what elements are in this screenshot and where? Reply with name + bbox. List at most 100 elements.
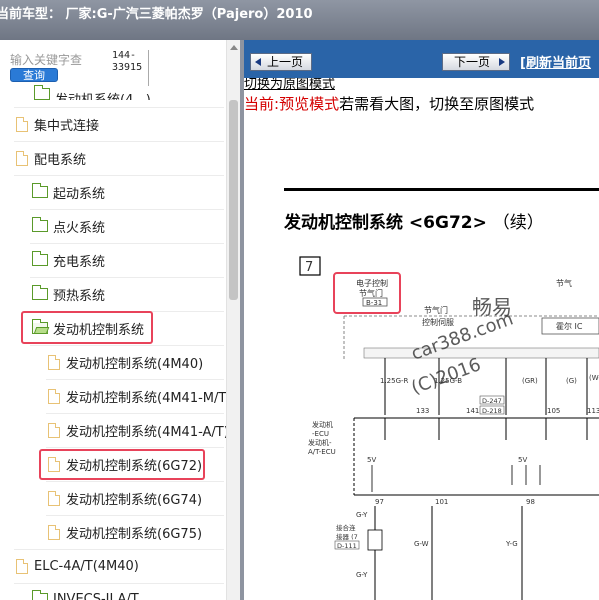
section-number: 7 xyxy=(305,260,313,275)
joint-label-1: 接合连 xyxy=(336,523,356,532)
joint-label-2: 接器 (7 xyxy=(336,532,358,541)
title-bar: 当前车型： 厂家:G-广汽三菱帕杰罗（Pajero）2010 xyxy=(0,0,599,40)
tree-item-partial[interactable]: 发动机系统(4...) xyxy=(34,84,151,100)
pin-105: 105 xyxy=(547,407,560,415)
wire-gy-1: G-Y xyxy=(356,511,368,519)
tree-item-label: 发动机控制系统(6G74) xyxy=(66,492,203,508)
search-button[interactable]: 查询 xyxy=(10,68,58,82)
doc-icon xyxy=(16,116,28,132)
tree-item-charging-system[interactable]: 充电系统 xyxy=(32,243,105,277)
next-page-button[interactable]: 下一页 xyxy=(442,53,510,71)
tree-item-label: 预热系统 xyxy=(53,288,106,304)
ecu-label-4: A/T-ECU xyxy=(308,448,336,456)
refresh-page-link[interactable]: [刷新当前页 xyxy=(520,52,591,71)
tree-item-label: INVECS-II A/T xyxy=(53,592,139,600)
tree-item-label: 点火系统 xyxy=(53,220,106,236)
selection-highlight xyxy=(21,311,153,344)
folder-icon xyxy=(32,285,48,300)
ecu-label-2: -ECU xyxy=(312,430,329,438)
tree-item-label: 充电系统 xyxy=(53,254,106,270)
sidebar-scrollbar[interactable] xyxy=(226,40,240,600)
code-line-1: 144- xyxy=(112,50,137,61)
tree-item-engine-control-6g75[interactable]: 发动机控制系统(6G75) xyxy=(48,515,202,549)
tree-item-starting-system[interactable]: 起动系统 xyxy=(32,175,105,209)
tree-item-preheat-system[interactable]: 预热系统 xyxy=(32,277,105,311)
tree-item-engine-control-4m41-mt[interactable]: 发动机控制系统(4M41-M/T xyxy=(48,379,226,413)
wire-label-1: 1.25G-R xyxy=(380,377,409,385)
tree-item-label: 集中式连接 xyxy=(34,118,100,134)
selection-highlight xyxy=(39,449,205,480)
folder-icon xyxy=(32,590,48,600)
tree-item-engine-control-6g74[interactable]: 发动机控制系统(6G74) xyxy=(48,481,202,515)
conn-label-1: D-247 xyxy=(482,397,502,405)
mode-hint: 若需看大图，切换至原图模式 xyxy=(339,95,535,113)
prev-page-button[interactable]: 上一页 xyxy=(250,53,312,71)
doc-icon xyxy=(48,524,60,540)
volt-label-1: 5V xyxy=(367,456,376,464)
pin-113: 113 xyxy=(587,407,599,415)
doc-icon xyxy=(16,558,28,574)
tree-item-label: ELC-4A/T(4M40) xyxy=(34,558,139,574)
tree-item-label: 发动机控制系统(4M40) xyxy=(66,356,204,372)
wire-label-3: (GR) xyxy=(522,377,538,385)
wire-gw: G-W xyxy=(414,540,429,548)
wiring-diagram: 7 电子控制 节气门 B-31 节气门 控制伺服 节气 霍尔 IC 1.25G-… xyxy=(299,256,599,600)
pin-98: 98 xyxy=(526,498,535,506)
code-display: 144- 33915 xyxy=(112,50,149,86)
tree-item-invecs[interactable]: INVECS-II A/T xyxy=(32,583,139,600)
tree-item-label: 配电系统 xyxy=(34,152,87,168)
mode-prefix: 当前: xyxy=(244,95,280,113)
diagram-title: 发动机控制系统 <6G72> （续） xyxy=(284,213,544,233)
folder-icon xyxy=(32,183,48,198)
doc-icon xyxy=(48,354,60,370)
mode-current: 预览模式 xyxy=(279,95,340,113)
ecu-label-3: 发动机- xyxy=(308,438,332,447)
pin-133: 133 xyxy=(416,407,429,415)
folder-icon xyxy=(32,217,48,232)
tree-item-engine-control-4m40[interactable]: 发动机控制系统(4M40) xyxy=(48,345,203,379)
scroll-thumb[interactable] xyxy=(229,100,238,300)
folder-icon xyxy=(34,85,50,100)
throttle-code: B-31 xyxy=(366,299,382,307)
wire-label-5: (W- xyxy=(589,374,599,382)
throttle-label-2: 节气门 xyxy=(359,288,383,298)
hall-label: 霍尔 IC xyxy=(556,321,583,331)
scroll-up-icon[interactable] xyxy=(227,40,240,54)
search-input[interactable] xyxy=(10,52,84,68)
tree-item-label: 发动机控制系统(4M41-M/T xyxy=(66,390,227,406)
throttle-label-1: 电子控制 xyxy=(356,278,388,288)
pin-141: 141 xyxy=(466,407,479,415)
pin-101: 101 xyxy=(435,498,448,506)
tree-item-power-distribution[interactable]: 配电系统 xyxy=(16,141,86,175)
switch-original-mode-link[interactable]: 切换为原图模式 xyxy=(244,78,335,91)
tree-item-label: 发动机系统(4...) xyxy=(55,89,151,100)
joint-code: D-111 xyxy=(337,542,357,550)
tree-item-ignition-system[interactable]: 点火系统 xyxy=(32,209,105,243)
vehicle-title: 当前车型： 厂家:G-广汽三菱帕杰罗（Pajero）2010 xyxy=(0,7,313,22)
doc-icon xyxy=(48,490,60,506)
doc-icon xyxy=(48,422,60,438)
volt-label-2: 5V xyxy=(518,456,527,464)
tree-item-elc-4at[interactable]: ELC-4A/T(4M40) xyxy=(16,549,139,583)
ecu-label-1: 发动机 xyxy=(312,420,333,429)
tree-item-label: 起动系统 xyxy=(53,186,106,202)
doc-icon xyxy=(16,150,28,166)
diagram-top-rule xyxy=(284,188,599,191)
valve-label-1: 节气门 xyxy=(424,305,448,315)
tree-item-label: 发动机控制系统(6G75) xyxy=(66,526,203,542)
mode-status: 当前:预览模式若需看大图，切换至原图模式 xyxy=(244,93,534,114)
pin-97: 97 xyxy=(375,498,384,506)
code-line-2: 33915 xyxy=(112,62,143,73)
wire-label-4: (G) xyxy=(566,377,577,385)
right-label: 节气 xyxy=(556,278,572,288)
tree-item-central-connection[interactable]: 集中式连接 xyxy=(16,107,99,141)
wire-yg: Y-G xyxy=(505,540,518,548)
tree-item-engine-control-4m41-at[interactable]: 发动机控制系统(4M41-A/T) xyxy=(48,413,229,447)
valve-label-2: 控制伺服 xyxy=(422,317,454,327)
tree-item-label: 发动机控制系统(4M41-A/T) xyxy=(66,424,229,440)
arrow-right-icon xyxy=(499,58,505,66)
folder-icon xyxy=(32,251,48,266)
wire-gy-2: G-Y xyxy=(356,571,368,579)
conn-label-2: D-218 xyxy=(482,407,502,415)
arrow-left-icon xyxy=(255,58,261,66)
